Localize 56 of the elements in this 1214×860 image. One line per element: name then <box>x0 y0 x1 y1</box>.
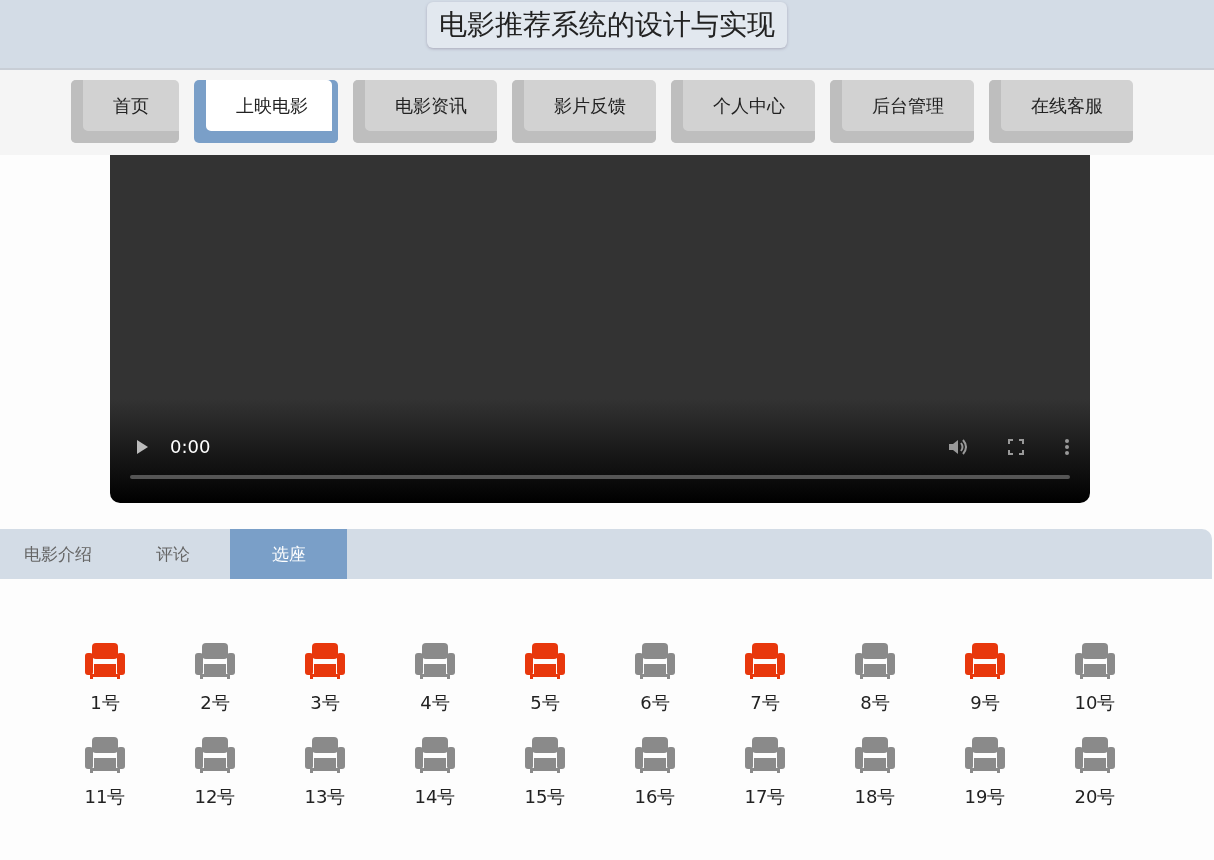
nav-tab[interactable]: 电影资讯 <box>353 80 497 143</box>
nav-tab[interactable]: 首页 <box>71 80 179 143</box>
seat-label: 14号 <box>414 785 456 809</box>
seat-label: 15号 <box>524 785 566 809</box>
nav-tab[interactable]: 个人中心 <box>671 80 815 143</box>
armchair-icon[interactable] <box>85 737 125 773</box>
seat-label: 18号 <box>854 785 896 809</box>
seat-label: 10号 <box>1074 691 1116 715</box>
site-title: 电影推荐系统的设计与实现 <box>427 2 787 48</box>
armchair-icon[interactable] <box>745 643 785 679</box>
armchair-icon[interactable] <box>305 737 345 773</box>
armchair-icon[interactable] <box>965 737 1005 773</box>
seat-label: 17号 <box>744 785 786 809</box>
nav-tab[interactable]: 在线客服 <box>989 80 1133 143</box>
armchair-icon[interactable] <box>745 737 785 773</box>
armchair-icon[interactable] <box>1075 737 1115 773</box>
play-icon[interactable] <box>134 438 150 455</box>
seat-label: 20号 <box>1074 785 1116 809</box>
armchair-icon[interactable] <box>195 737 235 773</box>
seat-label: 4号 <box>420 691 450 715</box>
volume-icon[interactable] <box>948 437 968 456</box>
seat-label: 19号 <box>964 785 1006 809</box>
nav-tab[interactable]: 后台管理 <box>830 80 974 143</box>
tab[interactable]: 电影介绍 <box>0 529 115 579</box>
progress-track[interactable] <box>130 475 1070 479</box>
seat-label: 6号 <box>640 691 670 715</box>
armchair-icon[interactable] <box>855 643 895 679</box>
more-icon[interactable] <box>1064 437 1070 456</box>
seat-label: 2号 <box>200 691 230 715</box>
seat-label: 1号 <box>90 691 120 715</box>
tab[interactable]: 评论 <box>115 529 230 579</box>
fullscreen-icon[interactable] <box>1008 438 1024 455</box>
seat-label: 7号 <box>750 691 780 715</box>
armchair-icon[interactable] <box>1075 643 1115 679</box>
armchair-icon[interactable] <box>415 737 455 773</box>
time-display: 0:00 <box>170 436 211 457</box>
armchair-icon[interactable] <box>85 643 125 679</box>
armchair-icon[interactable] <box>525 643 565 679</box>
armchair-icon[interactable] <box>855 737 895 773</box>
armchair-icon[interactable] <box>305 643 345 679</box>
seat-label: 3号 <box>310 691 340 715</box>
seat-label: 13号 <box>304 785 346 809</box>
seat-label: 12号 <box>194 785 236 809</box>
nav-tab[interactable]: 影片反馈 <box>512 80 656 143</box>
armchair-icon[interactable] <box>415 643 455 679</box>
nav-tab[interactable]: 上映电影 <box>194 80 338 143</box>
seat-label: 8号 <box>860 691 890 715</box>
seat-label: 11号 <box>84 785 126 809</box>
armchair-icon[interactable] <box>195 643 235 679</box>
armchair-icon[interactable] <box>635 643 675 679</box>
armchair-icon[interactable] <box>635 737 675 773</box>
armchair-icon[interactable] <box>965 643 1005 679</box>
armchair-icon[interactable] <box>525 737 565 773</box>
seat-label: 5号 <box>530 691 560 715</box>
seat-label: 9号 <box>970 691 1000 715</box>
seat-label: 16号 <box>634 785 676 809</box>
